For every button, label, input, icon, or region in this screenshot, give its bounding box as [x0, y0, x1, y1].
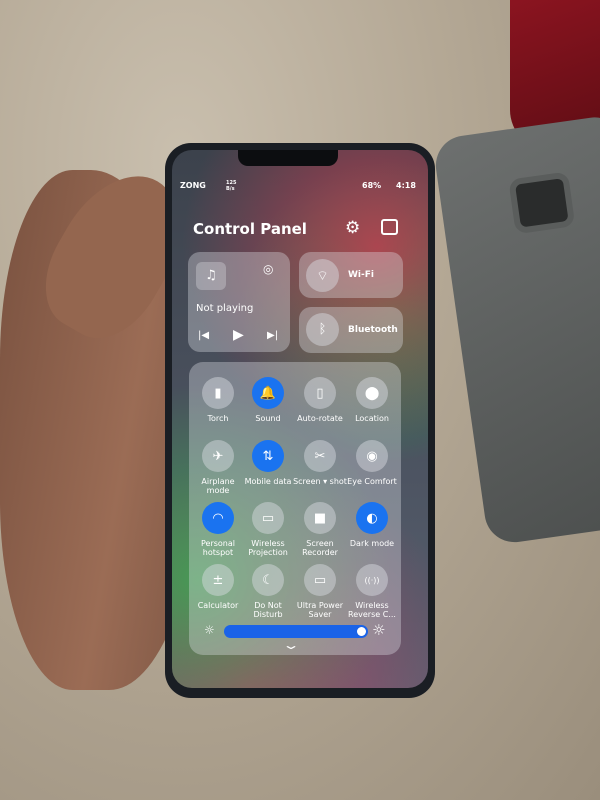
dark-mode-icon[interactable]: ◐: [356, 502, 388, 534]
projection-icon[interactable]: ▭: [252, 502, 284, 534]
bluetooth-icon[interactable]: ᛒ: [306, 313, 339, 346]
screenshot-icon[interactable]: ✂: [304, 440, 336, 472]
toggle-label: Screen ▾ shot: [293, 477, 347, 486]
battery-percent: 68%: [362, 181, 382, 190]
toggle-label: Location: [355, 414, 389, 423]
battery-icon[interactable]: ▭: [304, 564, 336, 596]
media-status: Not playing: [196, 303, 254, 314]
airplane-icon[interactable]: ✈: [202, 440, 234, 472]
toggle-label: Wireless Reverse C...: [348, 601, 396, 619]
bell-icon[interactable]: 🔔: [252, 377, 284, 409]
notch: [238, 150, 338, 166]
toggle-label: Screen Recorder: [302, 539, 338, 557]
toggle-label: Eye Comfort: [347, 477, 397, 486]
toggle-label: Personal hotspot: [200, 539, 235, 557]
clock: 4:18: [396, 181, 416, 190]
toggle-label: Wireless Projection: [248, 539, 288, 557]
rotate-icon[interactable]: ▯: [304, 377, 336, 409]
carrier: ZONG: [180, 181, 206, 190]
previous-icon[interactable]: |◀: [198, 330, 209, 341]
toggle-label: Do Not Disturb: [253, 601, 283, 619]
torch-icon[interactable]: ▮: [202, 377, 234, 409]
toggle-label: Mobile data: [244, 477, 292, 486]
toggle-label: Auto-rotate: [297, 414, 343, 423]
phone-case: [432, 113, 600, 547]
chevron-down-icon[interactable]: ⌄: [282, 638, 300, 652]
page-title: Control Panel: [193, 220, 307, 238]
bluetooth-label: Bluetooth: [348, 325, 398, 335]
recorder-icon[interactable]: ■: [304, 502, 336, 534]
toggle-label: Ultra Power Saver: [296, 601, 344, 619]
cast-icon[interactable]: ◎: [263, 262, 273, 276]
edit-icon[interactable]: [381, 219, 398, 235]
moon-icon[interactable]: ☾: [252, 564, 284, 596]
brightness-knob[interactable]: [357, 627, 367, 636]
case-camera-cutout: [508, 171, 576, 235]
brightness-slider[interactable]: [224, 625, 369, 638]
brightness-high-icon: ☼: [372, 621, 386, 639]
toggle-label: Airplane mode: [201, 477, 235, 495]
wifi-icon[interactable]: ⌔: [306, 259, 339, 292]
mobile-data-icon[interactable]: ⇅: [252, 440, 284, 472]
wifi-label: Wi-Fi: [348, 270, 374, 280]
toggle-label: Torch: [207, 414, 229, 423]
location-icon[interactable]: ⬤: [356, 377, 388, 409]
eye-icon[interactable]: ◉: [356, 440, 388, 472]
toggle-label: Dark mode: [349, 539, 395, 548]
next-icon[interactable]: ▶|: [267, 330, 278, 341]
music-note-icon: ♫: [196, 262, 226, 290]
toggle-label: Calculator: [197, 601, 239, 610]
net-speed: 125 B/s: [226, 180, 237, 192]
brightness-low-icon: ☼: [204, 623, 215, 637]
gear-icon[interactable]: ⚙: [345, 218, 360, 238]
toggle-label: Sound: [255, 414, 281, 423]
hotspot-icon[interactable]: ◠: [202, 502, 234, 534]
reverse-charge-icon[interactable]: ((·)): [356, 564, 388, 596]
play-icon[interactable]: ▶: [233, 327, 244, 343]
calculator-icon[interactable]: ±: [202, 564, 234, 596]
